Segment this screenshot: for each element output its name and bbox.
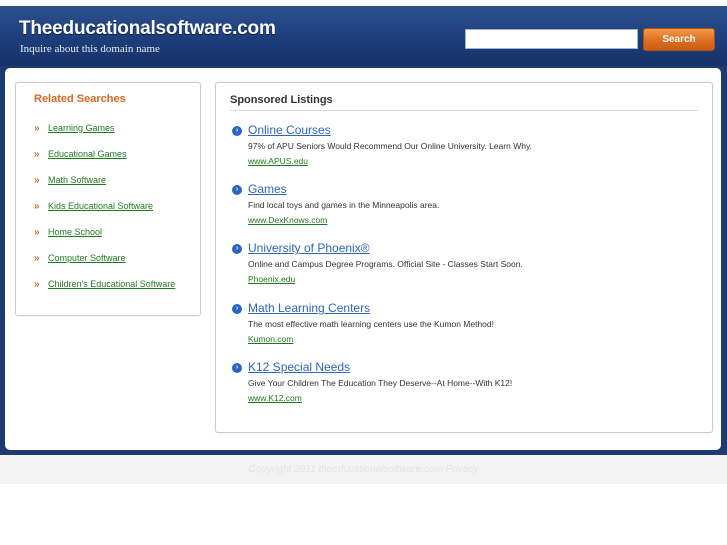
listing-title-link[interactable]: Games (248, 182, 287, 196)
related-item[interactable]: » Learning Games (34, 121, 115, 135)
listing-description: Online and Campus Degree Programs. Offic… (248, 259, 523, 269)
listing-title-link[interactable]: Online Courses (248, 123, 331, 137)
search-input[interactable] (465, 29, 638, 49)
site-title[interactable]: Theeducationalsoftware.com (19, 18, 276, 40)
related-item[interactable]: » Kids Educational Software (34, 199, 153, 213)
related-item[interactable]: » Educational Games (34, 147, 127, 161)
double-arrow-icon: » (34, 149, 40, 160)
header-bar: Theeducationalsoftware.com Inquire about… (0, 6, 727, 66)
listing-description: Find local toys and games in the Minneap… (248, 200, 440, 210)
arrow-bullet-icon: › (232, 126, 242, 136)
listing-title-link[interactable]: University of Phoenix® (248, 241, 370, 255)
related-item[interactable]: » Children's Educational Software (34, 277, 175, 291)
related-link-educational-games[interactable]: Educational Games (48, 149, 127, 159)
related-link-learning-games[interactable]: Learning Games (48, 123, 115, 133)
sponsored-listings-title: Sponsored Listings (230, 94, 333, 106)
related-item[interactable]: » Home School (34, 225, 102, 239)
footer: Copyright 2011 theeducationalsoftware.co… (0, 455, 727, 484)
related-link-home-school[interactable]: Home School (48, 227, 102, 237)
double-arrow-icon: » (34, 253, 40, 264)
listing-title-link[interactable]: K12 Special Needs (248, 360, 350, 374)
related-item[interactable]: » Computer Software (34, 251, 126, 265)
related-item[interactable]: » Math Software (34, 173, 106, 187)
related-link-kids-educational-software[interactable]: Kids Educational Software (48, 201, 153, 211)
double-arrow-icon: » (34, 123, 40, 134)
double-arrow-icon: » (34, 227, 40, 238)
arrow-bullet-icon: › (232, 185, 242, 195)
related-searches-panel: Related Searches » Learning Games » Educat… (15, 82, 201, 316)
copyright-text: Copyright 2011 theeducationalsoftware.co… (248, 464, 479, 475)
listing-description: The most effective math learning centers… (248, 319, 495, 329)
arrow-bullet-icon: › (232, 244, 242, 254)
related-searches-title: Related Searches (34, 93, 126, 105)
arrow-bullet-icon: › (232, 304, 242, 314)
listing-description: 97% of APU Seniors Would Recommend Our O… (248, 141, 532, 151)
double-arrow-icon: » (34, 279, 40, 290)
listing-description: Give Your Children The Education They De… (248, 378, 513, 388)
listing-url-link[interactable]: Phoenix.edu (248, 274, 295, 284)
related-link-computer-software[interactable]: Computer Software (48, 253, 126, 263)
site-subtitle[interactable]: Inquire about this domain name (20, 43, 160, 55)
related-link-childrens-educational-software[interactable]: Children's Educational Software (48, 279, 175, 289)
divider (230, 110, 698, 111)
sponsored-listings-panel: Sponsored Listings › Online Courses 97% … (215, 82, 713, 433)
content-area: Related Searches » Learning Games » Educat… (5, 68, 721, 450)
listing-url-link[interactable]: www.DexKnows.com (248, 215, 327, 225)
arrow-bullet-icon: › (232, 363, 242, 373)
listing-url-link[interactable]: Kumon.com (248, 334, 293, 344)
related-link-math-software[interactable]: Math Software (48, 175, 106, 185)
search-button[interactable]: Search (643, 28, 715, 51)
listing-title-link[interactable]: Math Learning Centers (248, 301, 370, 315)
double-arrow-icon: » (34, 201, 40, 212)
listing-url-link[interactable]: www.APUS.edu (248, 156, 308, 166)
listing-url-link[interactable]: www.K12.com (248, 393, 302, 403)
double-arrow-icon: » (34, 175, 40, 186)
